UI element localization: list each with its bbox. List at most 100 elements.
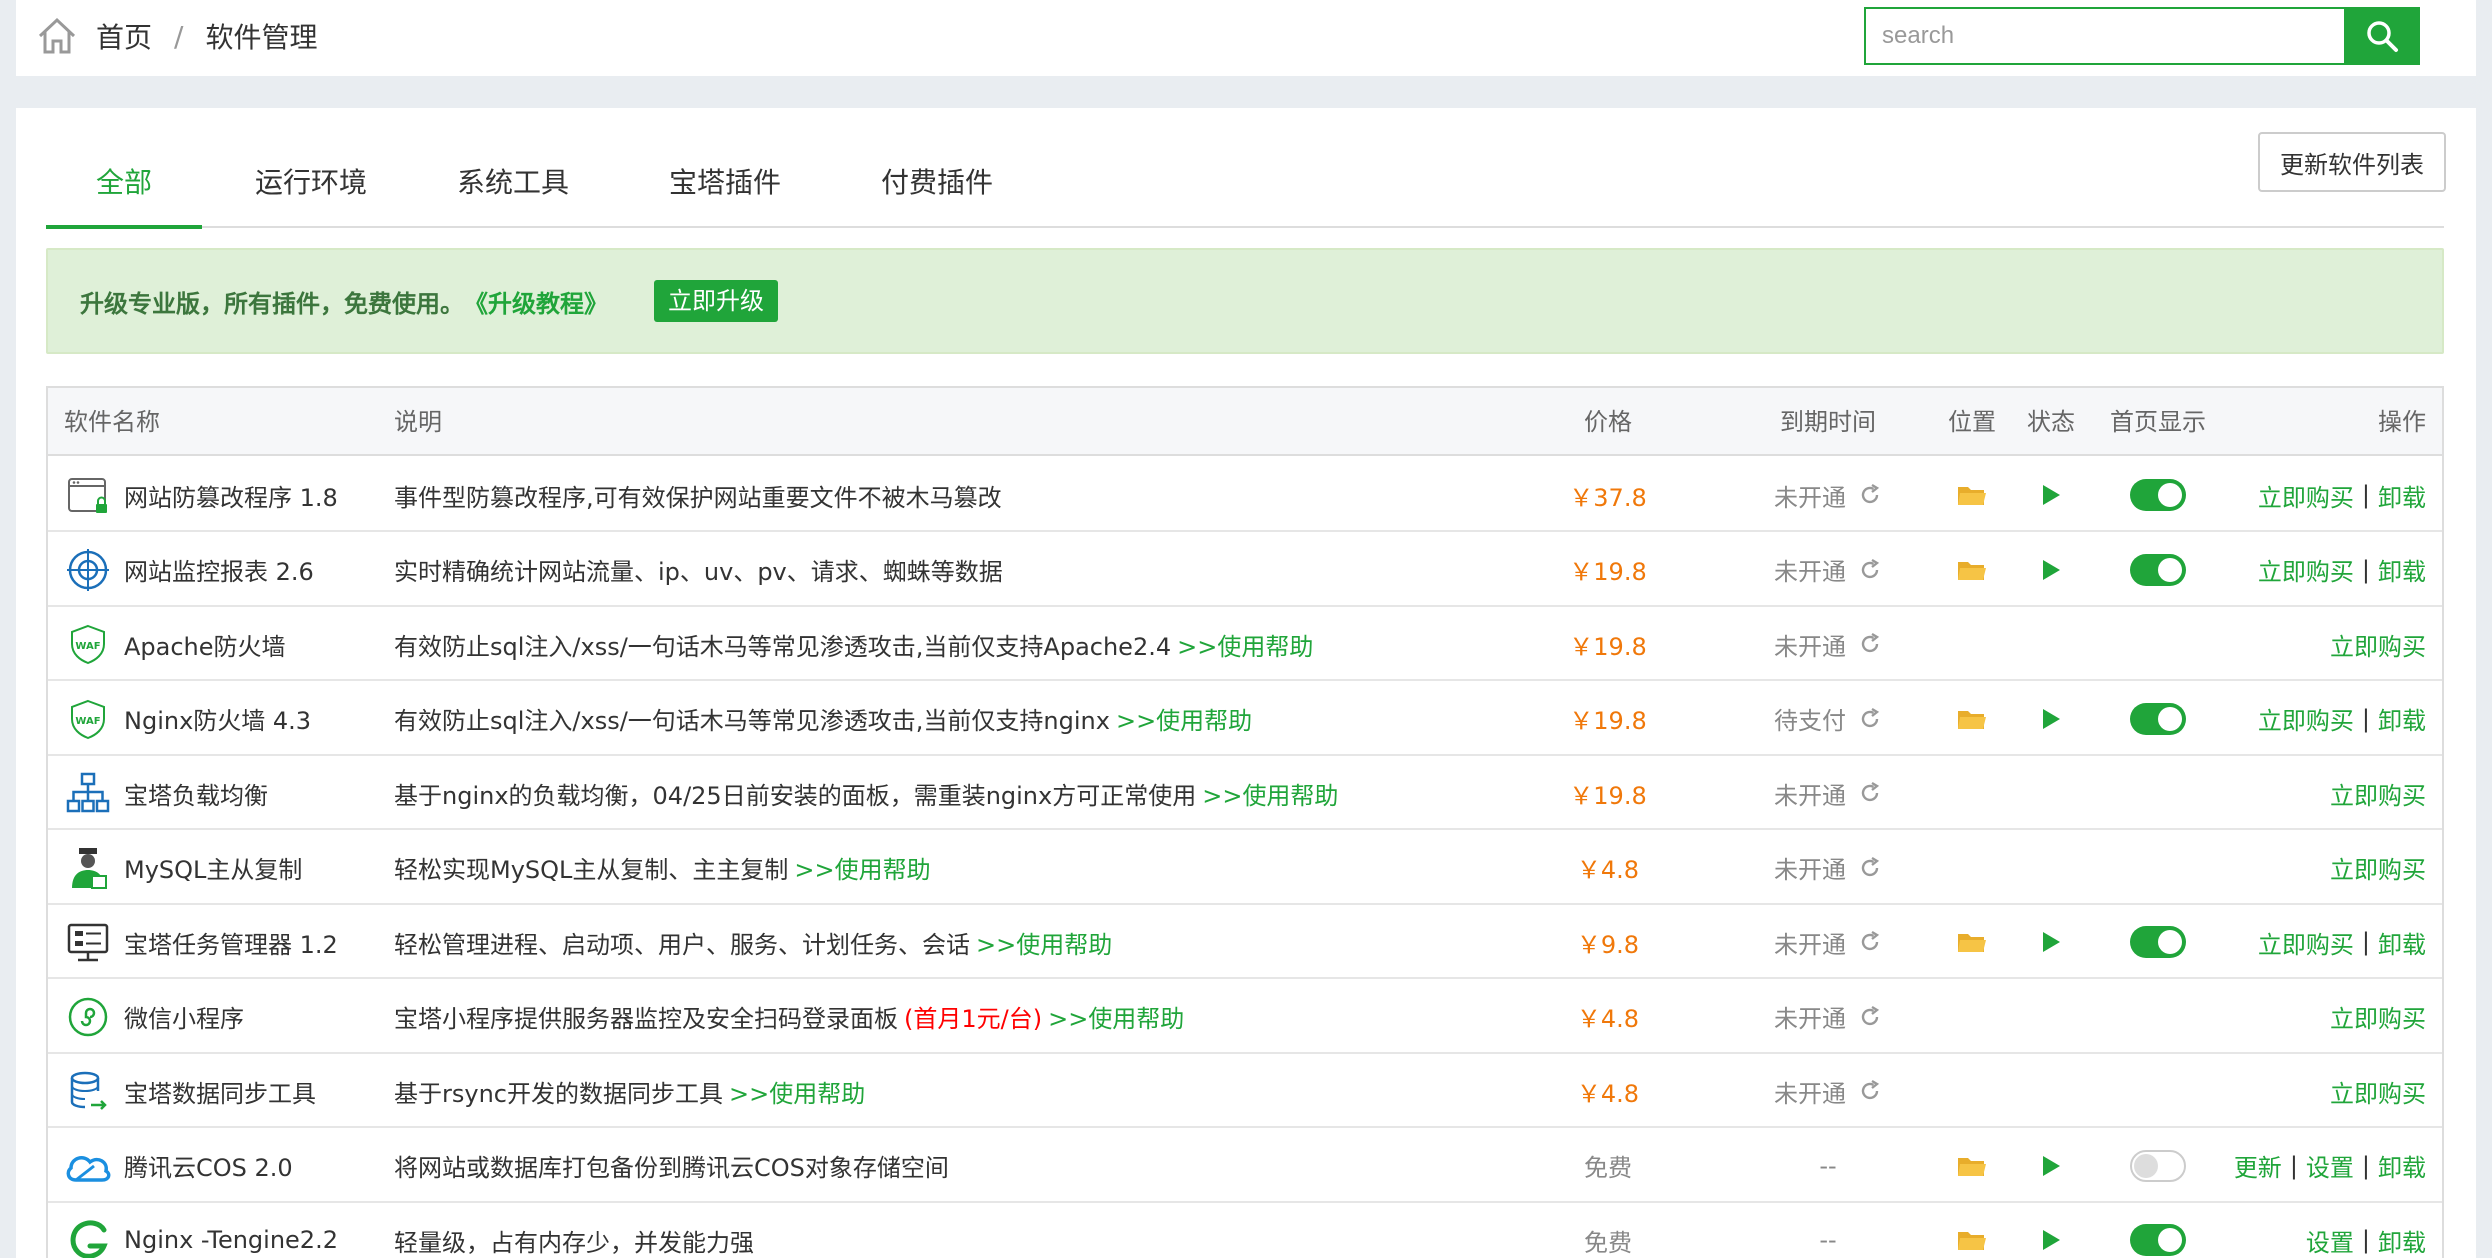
refresh-icon[interactable]	[1858, 707, 1882, 731]
operation-link[interactable]: 设置	[2306, 1148, 2354, 1183]
operation-link[interactable]: 立即购买	[2330, 850, 2426, 885]
tab-system-tools[interactable]: 系统工具	[450, 148, 576, 228]
refresh-icon[interactable]	[1858, 483, 1882, 507]
usage-help-link[interactable]: >>使用帮助	[1202, 776, 1338, 811]
operations: 立即购买	[2330, 831, 2426, 905]
load-balance-icon	[62, 756, 114, 830]
notice-text: 升级专业版，所有插件，免费使用。	[80, 289, 464, 318]
home-display-cell	[2088, 905, 2228, 979]
expire-text: --	[1819, 1151, 1837, 1180]
folder-icon	[1958, 487, 1986, 505]
price: ￥4.8	[1576, 856, 1640, 884]
expire-cell: 未开通	[1728, 905, 1928, 979]
operation-link[interactable]: 立即购买	[2258, 925, 2354, 960]
operation-link[interactable]: 立即购买	[2330, 1074, 2426, 1109]
refresh-icon[interactable]	[1858, 930, 1882, 954]
status-indicator[interactable]	[2016, 1203, 2086, 1258]
usage-help-link[interactable]: >>使用帮助	[794, 850, 930, 885]
description-text: 基于nginx的负载均衡，04/25日前安装的面板，需重装nginx方可正常使用	[394, 781, 1197, 810]
status-indicator[interactable]	[2016, 533, 2086, 607]
status-indicator[interactable]	[2016, 1129, 2086, 1203]
upgrade-now-button[interactable]: 立即升级	[654, 280, 778, 322]
usage-help-link[interactable]: >>使用帮助	[1116, 701, 1252, 736]
upgrade-notice: 升级专业版，所有插件，免费使用。 《升级教程》 立即升级	[46, 248, 2444, 354]
refresh-icon[interactable]	[1858, 632, 1882, 656]
refresh-icon[interactable]	[1858, 558, 1882, 582]
play-icon	[2043, 708, 2060, 729]
usage-help-link[interactable]: >>使用帮助	[1048, 999, 1184, 1034]
refresh-icon[interactable]	[1858, 781, 1882, 805]
breadcrumb-home[interactable]: 首页	[96, 16, 152, 56]
operation-link[interactable]: 立即购买	[2258, 552, 2354, 587]
operation-link[interactable]: 立即购买	[2330, 999, 2426, 1034]
search-icon	[2367, 21, 2398, 52]
usage-help-link[interactable]: >>使用帮助	[1177, 627, 1313, 662]
tab-paid-plugins[interactable]: 付费插件	[874, 148, 1000, 228]
update-software-list-button[interactable]: 更新软件列表	[2258, 132, 2446, 192]
price: 免费	[1584, 1154, 1632, 1182]
home-icon[interactable]	[36, 15, 78, 57]
operation-link[interactable]: 卸载	[2378, 1148, 2426, 1183]
tab-all[interactable]: 全部	[46, 148, 202, 229]
open-folder-button[interactable]	[1928, 905, 2016, 979]
tab-runtime[interactable]: 运行环境	[248, 148, 374, 228]
separator: |	[2361, 481, 2370, 509]
price: ￥37.8	[1569, 483, 1647, 512]
search-input[interactable]	[1864, 7, 2344, 65]
operations: 立即购买 | 卸载	[2258, 533, 2426, 607]
operation-link[interactable]: 立即购买	[2330, 776, 2426, 811]
tab-bar: 全部 运行环境 系统工具 宝塔插件 付费插件	[46, 148, 2444, 229]
open-folder-button[interactable]	[1928, 458, 2016, 532]
play-icon	[2043, 1155, 2060, 1176]
breadcrumb: 首页 / 软件管理	[36, 14, 317, 58]
operations: 更新 | 设置 | 卸载	[2234, 1129, 2426, 1203]
search-button[interactable]	[2344, 7, 2420, 65]
status-indicator[interactable]	[2016, 458, 2086, 532]
operation-link[interactable]: 卸载	[2378, 925, 2426, 960]
home-display-toggle[interactable]	[2130, 553, 2186, 586]
operation-link[interactable]: 设置	[2306, 1223, 2354, 1258]
operation-link[interactable]: 卸载	[2378, 478, 2426, 513]
open-folder-button[interactable]	[1928, 1129, 2016, 1203]
tab-bt-plugins[interactable]: 宝塔插件	[662, 148, 788, 228]
software-name: 微信小程序	[124, 1005, 244, 1033]
software-name: 宝塔负载均衡	[124, 781, 268, 810]
open-folder-button[interactable]	[1928, 1203, 2016, 1258]
open-folder-button[interactable]	[1928, 533, 2016, 607]
refresh-icon[interactable]	[1858, 856, 1882, 880]
operation-link[interactable]: 卸载	[2378, 1223, 2426, 1258]
operation-link[interactable]: 立即购买	[2258, 701, 2354, 736]
operation-link[interactable]: 更新	[2234, 1148, 2282, 1183]
operation-link[interactable]: 立即购买	[2330, 627, 2426, 662]
home-display-toggle[interactable]	[2130, 926, 2186, 958]
software-name: 网站监控报表 2.6	[124, 558, 314, 586]
upgrade-tutorial-link[interactable]: 《升级教程》	[464, 284, 608, 319]
refresh-icon[interactable]	[1858, 1079, 1882, 1103]
refresh-icon[interactable]	[1858, 1005, 1882, 1029]
operations: 设置 | 卸载	[2306, 1203, 2426, 1258]
operation-link[interactable]: 立即购买	[2258, 478, 2354, 513]
operations: 立即购买	[2330, 607, 2426, 681]
operations: 立即购买	[2330, 1054, 2426, 1128]
home-display-toggle[interactable]	[2130, 1224, 2186, 1256]
software-description: 有效防止sql注入/xss/一句话木马等常见渗透攻击,当前仅支持nginx >>使…	[394, 682, 1252, 756]
home-display-toggle[interactable]	[2130, 702, 2186, 735]
home-display-toggle[interactable]	[2130, 479, 2186, 511]
header-desc: 说明	[394, 408, 442, 436]
expire-cell: 未开通	[1728, 980, 1928, 1054]
expire-cell: 待支付	[1728, 682, 1928, 756]
open-folder-button[interactable]	[1928, 682, 2016, 756]
table-row: 网站监控报表 2.6 实时精确统计网站流量、ip、uv、pv、请求、蜘蛛等数据 ￥1…	[48, 533, 2442, 607]
expire-text: 未开通	[1774, 781, 1846, 810]
status-indicator[interactable]	[2016, 682, 2086, 756]
operation-link[interactable]: 卸载	[2378, 701, 2426, 736]
home-display-toggle[interactable]	[2130, 1149, 2186, 1182]
operation-link[interactable]: 卸载	[2378, 552, 2426, 587]
expire-cell: --	[1728, 1129, 1928, 1203]
expire-cell: 未开通	[1728, 756, 1928, 830]
mini-program-icon	[62, 980, 114, 1054]
usage-help-link[interactable]: >>使用帮助	[976, 925, 1112, 960]
play-icon	[2043, 1230, 2060, 1250]
status-indicator[interactable]	[2016, 905, 2086, 979]
usage-help-link[interactable]: >>使用帮助	[729, 1074, 865, 1109]
